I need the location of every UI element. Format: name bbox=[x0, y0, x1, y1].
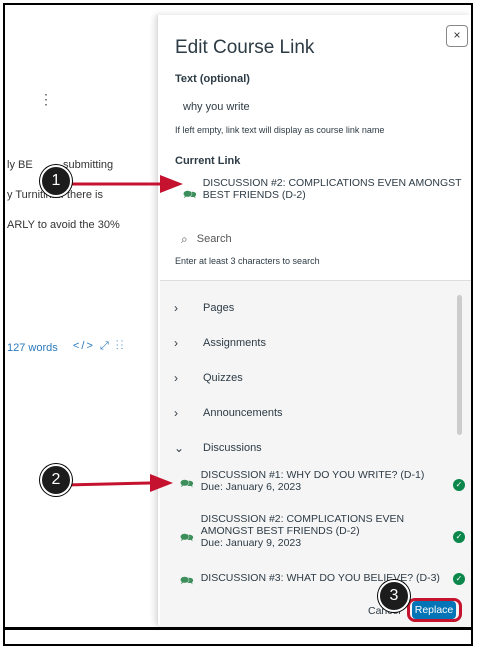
bottom-divider bbox=[5, 627, 471, 630]
scrollbar[interactable] bbox=[457, 295, 462, 435]
search-field[interactable]: ⌕ bbox=[175, 226, 457, 252]
chevron-right-icon: › bbox=[174, 371, 178, 385]
group-assignments[interactable]: › Assignments bbox=[174, 336, 266, 350]
discussion-title: DISCUSSION #1: WHY DO YOU WRITE? (D-1) bbox=[200, 469, 425, 481]
current-link-text: DISCUSSION #2: COMPLICATIONS EVEN AMONGS… bbox=[202, 177, 462, 201]
group-pages[interactable]: › Pages bbox=[174, 301, 234, 315]
kebab-menu-icon[interactable]: ⋮ bbox=[39, 91, 53, 108]
step-badge-2: 2 bbox=[40, 464, 72, 496]
edit-course-link-dialog: × Edit Course Link Text (optional) If le… bbox=[157, 15, 471, 626]
dialog-title: Edit Course Link bbox=[175, 37, 315, 58]
discussion-icon: 🗪 bbox=[180, 478, 194, 490]
link-type-list: › Pages › Assignments › Quizzes › Announ… bbox=[160, 280, 471, 626]
step-badge-1: 1 bbox=[40, 165, 72, 197]
discussion-item-2[interactable]: 🗪 DISCUSSION #2: COMPLICATIONS EVEN AMON… bbox=[180, 513, 465, 549]
annotation-arrow-1 bbox=[65, 175, 183, 193]
search-icon: ⌕ bbox=[181, 231, 188, 246]
group-label: Assignments bbox=[203, 337, 266, 349]
discussion-item-1[interactable]: 🗪 DISCUSSION #1: WHY DO YOU WRITE? (D-1)… bbox=[180, 469, 465, 494]
published-check-icon: ✓ bbox=[453, 531, 465, 543]
search-input[interactable] bbox=[194, 232, 419, 246]
replace-button[interactable]: Replace bbox=[412, 601, 456, 619]
chevron-right-icon: › bbox=[174, 301, 178, 315]
group-discussions[interactable]: ⌄ Discussions bbox=[174, 441, 262, 455]
editor-background: ⋮ ly BE submitting y Turnitin. If there … bbox=[5, 5, 157, 625]
current-link: 🗪 DISCUSSION #2: COMPLICATIONS EVEN AMON… bbox=[183, 177, 468, 205]
discussion-title: DISCUSSION #3: WHAT DO YOU BELIEVE? (D-3… bbox=[200, 572, 440, 584]
group-label: Quizzes bbox=[203, 372, 243, 384]
screenshot-frame: ⋮ ly BE submitting y Turnitin. If there … bbox=[3, 3, 473, 646]
discussion-title: DISCUSSION #2: COMPLICATIONS EVEN AMONGS… bbox=[200, 513, 405, 537]
search-hint: Enter at least 3 characters to search bbox=[175, 256, 320, 266]
discussion-icon: 🗪 bbox=[180, 532, 194, 544]
dialog-footer: Cancel Replace bbox=[160, 585, 471, 625]
bg-text-line-3: ARLY to avoid the 30% bbox=[7, 219, 120, 231]
published-check-icon: ✓ bbox=[453, 479, 465, 491]
bg-text-line-1b: submitting bbox=[63, 159, 114, 171]
text-hint: If left empty, link text will display as… bbox=[175, 125, 385, 135]
chevron-right-icon: › bbox=[174, 336, 178, 350]
step-badge-3: 3 bbox=[378, 580, 410, 612]
link-text-input[interactable] bbox=[175, 97, 457, 117]
group-label: Pages bbox=[203, 302, 235, 314]
editor-toolbar-icons[interactable]: </> ⤢ ⋮⋮ bbox=[73, 340, 125, 353]
group-label: Announcements bbox=[203, 407, 283, 419]
current-link-label: Current Link bbox=[175, 155, 241, 167]
discussion-due: Due: January 9, 2023 bbox=[200, 537, 302, 549]
bg-text-line-1: ly BE bbox=[7, 159, 33, 171]
word-count[interactable]: 127 words bbox=[7, 342, 58, 354]
group-announcements[interactable]: › Announcements bbox=[174, 406, 283, 420]
chevron-right-icon: › bbox=[174, 406, 178, 420]
discussion-due: Due: January 6, 2023 bbox=[200, 481, 302, 493]
close-button[interactable]: × bbox=[446, 25, 468, 47]
published-check-icon: ✓ bbox=[453, 573, 465, 585]
chevron-down-icon: ⌄ bbox=[174, 441, 185, 455]
group-label: Discussions bbox=[203, 442, 262, 454]
group-quizzes[interactable]: › Quizzes bbox=[174, 371, 243, 385]
text-label: Text (optional) bbox=[175, 73, 250, 85]
annotation-arrow-2 bbox=[65, 474, 173, 492]
discussion-icon: 🗪 bbox=[183, 189, 197, 201]
